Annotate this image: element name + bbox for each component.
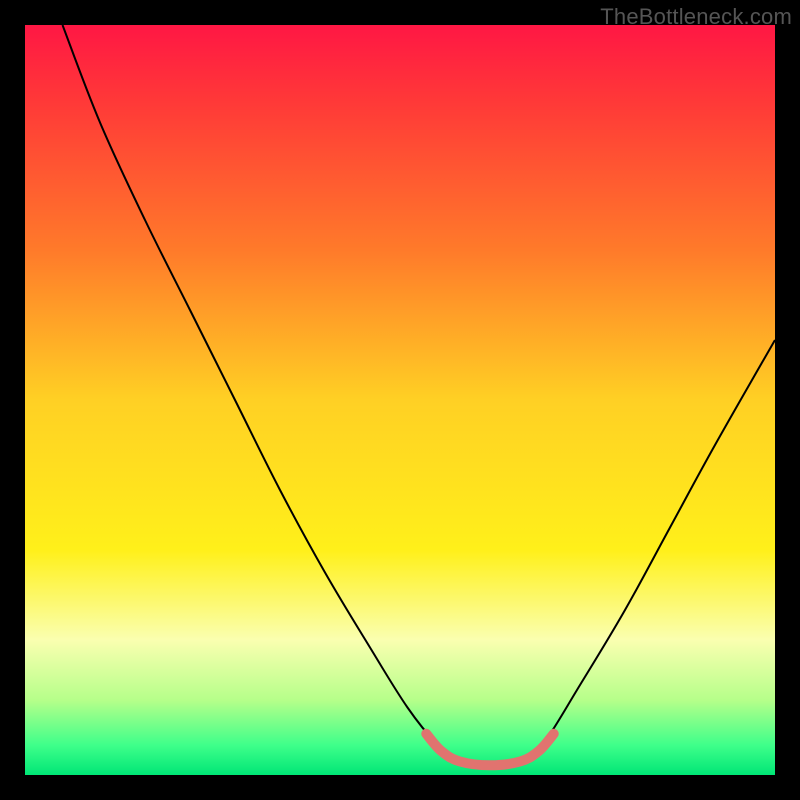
gradient-background [25, 25, 775, 775]
chart-svg [25, 25, 775, 775]
watermark-text: TheBottleneck.com [600, 4, 792, 30]
chart-container: TheBottleneck.com [0, 0, 800, 800]
plot-area [25, 25, 775, 775]
